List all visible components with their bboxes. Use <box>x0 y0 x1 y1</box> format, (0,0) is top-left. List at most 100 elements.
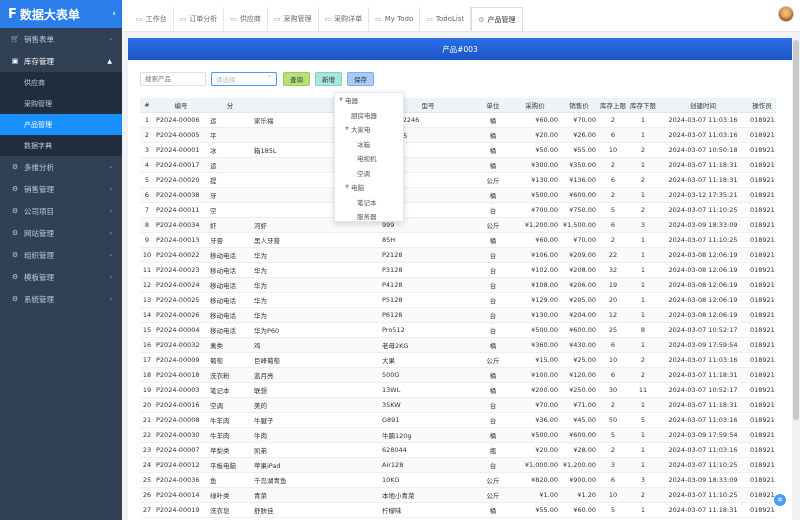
column-header[interactable]: 库存下限 <box>628 98 658 113</box>
table-row[interactable]: 8 P2024-00034 虾河虾 999 公斤 ¥1,200.00 ¥1,500.00 6 3… <box>140 217 776 233</box>
caret-down-icon[interactable]: ▼ <box>337 97 345 103</box>
tab-7[interactable]: ⚙ 产品管理 <box>471 7 523 31</box>
sidebar-item-2[interactable]: ⚙ 多维分析 › <box>0 156 122 178</box>
table-row[interactable]: 10 P2024-00022 移动电话 华为 P2128 台 ¥106.00 ¥209.00 2… <box>140 247 776 263</box>
tree-node[interactable]: 服务器 <box>335 209 403 221</box>
sidebar-item-7[interactable]: ⚙ 模板管理 › <box>0 266 122 288</box>
tab-page-icon: ▭ <box>324 15 332 23</box>
tree-node[interactable]: 笔记本 <box>335 195 403 210</box>
tab-1[interactable]: ▭ 订单分析 <box>174 7 225 31</box>
table-row[interactable]: 2P2024-00005平黑色175桶¥20.00¥26.00612024-03… <box>140 127 776 143</box>
table-cell: 桶 <box>476 187 510 203</box>
table-cell: 2024-03-08 12:06:19 <box>658 262 748 278</box>
table-row[interactable]: 14 P2024-00026 移动电话 华为 P6128 台 ¥130.00 ¥204.00 1… <box>140 307 776 323</box>
tab-4[interactable]: ▭ 采购详单 <box>319 7 370 31</box>
table-cell: 018921 <box>748 292 776 308</box>
table-cell: 苹果iPad <box>252 457 380 473</box>
table-cell: 26 <box>140 487 154 503</box>
tree-node[interactable]: 空调 <box>335 166 403 181</box>
column-header[interactable]: 库存上限 <box>598 98 628 113</box>
table-cell: 2024-03-07 11:03:16 <box>658 442 748 458</box>
column-header[interactable]: 操作员 <box>748 98 776 113</box>
category-tree-dropdown: ▼ 电器 厨房电器 ▼ 大家电 冰箱电视机空调 ▼ 电脑 笔记本 服务器 <box>334 92 404 222</box>
tab-5[interactable]: ▭ My Todo <box>369 7 421 31</box>
sidebar-item-label: 销售管理 <box>24 184 54 194</box>
app-logo[interactable]: F 数据大表单 ‹ <box>0 0 122 28</box>
sidebar-item-1[interactable]: ▣ 库存管理 ▲ <box>0 50 122 72</box>
table-row[interactable]: 22 P2024-00030 牛羊肉 牛肉 牛腩120g 桶 ¥500.00 ¥600.00 5… <box>140 427 776 443</box>
caret-down-icon[interactable]: ▼ <box>343 126 351 132</box>
table-row[interactable]: 27 P2024-00019 洗衣皂 舒肤佳 柠檬味桶 ¥55.00 ¥60.00 5 1 202… <box>140 502 776 518</box>
table-cell: P2024-00038 <box>154 187 208 203</box>
table-row[interactable]: 23 P2024-00007 苹梨类 凯弟 628044 瓶 ¥20.00 ¥28.00 2 1 2… <box>140 442 776 458</box>
sidebar-subitem[interactable]: 数据字典 <box>0 135 122 156</box>
table-row[interactable]: 13 P2024-00025 移动电话 华为 P5128 台 ¥129.00 ¥205.00 2… <box>140 292 776 308</box>
table-cell: 14 <box>140 307 154 323</box>
sidebar-item-0[interactable]: 🛒 销售表单 › <box>0 28 122 50</box>
table-row[interactable]: 25 P2024-00036 鱼千岛湖青鱼 10KG 公斤 ¥820.00 ¥900.00 6… <box>140 472 776 488</box>
table-row[interactable]: 6P2024-00038牙2222桶¥500.00¥600.00212024-0… <box>140 187 776 203</box>
table-row[interactable]: 24 P2024-00012 平板电脑 苹果iPad Air128 台 ¥1,000.00 ¥… <box>140 457 776 473</box>
logo-icon: F <box>8 6 17 22</box>
table-cell: 6 <box>598 472 628 488</box>
table-row[interactable]: 18 P2024-00018 洗衣粉 蓝月亮 500G 桶 ¥100.00 ¥120.00 6 2… <box>140 367 776 383</box>
tab-3[interactable]: ▭ 采购管理 <box>268 7 319 31</box>
caret-down-icon[interactable]: ▼ <box>343 184 351 190</box>
table-row[interactable]: 19 P2024-00003 笔记本 联想 13WL 桶 ¥200.00 ¥250.00 30 1… <box>140 382 776 398</box>
sidebar-subitem[interactable]: 供应商 <box>0 72 122 93</box>
table-cell: 6 <box>598 217 628 233</box>
chevron-left-icon[interactable]: ‹ <box>112 9 116 19</box>
column-header[interactable]: 编号 <box>154 98 208 113</box>
column-header[interactable]: 创建时间 <box>658 98 748 113</box>
sidebar-item-6[interactable]: ⚙ 组织管理 › <box>0 244 122 266</box>
table-row[interactable]: 16 P2024-00032 禽类鸡老母2KG 桶 ¥360.00 ¥430.00 6 1 20… <box>140 337 776 353</box>
gear-icon: ⚙ <box>11 273 19 281</box>
table-row[interactable]: 15 P2024-00004 移动电话 华为P60 Pro512 台 ¥500.00 ¥600… <box>140 322 776 338</box>
sidebar-subitem[interactable]: 产品管理 <box>0 114 122 135</box>
table-cell: 018921 <box>748 187 776 203</box>
table-row[interactable]: 26 P2024-00014 绿叶类 青菜 本地小青菜 公斤 ¥1.00 ¥1.20 10 2 20… <box>140 487 776 503</box>
sidebar-item-8[interactable]: ⚙ 系统管理 › <box>0 288 122 310</box>
table-row[interactable]: 5P2024-00020提澳洲产公斤¥130.00¥136.00622024-0… <box>140 172 776 188</box>
column-header[interactable]: 分 <box>208 98 252 113</box>
tree-node[interactable]: ▼ 大家电 <box>335 122 403 137</box>
sidebar-item-5[interactable]: ⚙ 网站管理 › <box>0 222 122 244</box>
tab-6[interactable]: ▭ TodoList <box>420 7 472 31</box>
table-cell: 牙膏 <box>208 232 252 248</box>
tree-node[interactable]: 冰箱 <box>335 137 403 152</box>
column-header[interactable]: 采购价 <box>510 98 560 113</box>
sidebar-subitem[interactable]: 采购管理 <box>0 93 122 114</box>
tab-0[interactable]: ▭ 工作台 <box>130 7 174 31</box>
settings-fab-icon[interactable]: ✲ <box>774 494 786 506</box>
tree-node[interactable]: ▼ 电脑 <box>335 180 403 195</box>
query-button[interactable]: 查询 <box>283 72 310 86</box>
table-row[interactable]: 9 P2024-00013 牙膏 黑人牙膏 85H 桶 ¥60.00 ¥70.00 2 1 2024… <box>140 232 776 248</box>
table-row[interactable]: 3P2024-00001冰箱185L185L桶¥50.00¥55.0010220… <box>140 142 776 158</box>
scrollbar-thumb[interactable] <box>793 40 799 420</box>
table-cell: 018921 <box>748 472 776 488</box>
table-row[interactable]: 12 P2024-00024 移动电话 华为 P4128 台 ¥108.00 ¥206.00 1… <box>140 277 776 293</box>
table-cell: P2024-00008 <box>154 412 208 428</box>
tree-node[interactable]: ▼ 电器 <box>335 93 403 108</box>
table-row[interactable]: 11 P2024-00023 移动电话 华为 P3128 台 ¥102.00 ¥208.00 3… <box>140 262 776 278</box>
table-row[interactable]: 17 P2024-00009 葡萄 巨峰葡萄 大果 公斤 ¥15.00 ¥25.00 10 2 20… <box>140 352 776 368</box>
tab-2[interactable]: ▭ 供应商 <box>224 7 268 31</box>
save-button[interactable]: 保存 <box>347 72 374 86</box>
column-header[interactable]: 销售价 <box>560 98 598 113</box>
sidebar-item-3[interactable]: ⚙ 销售管理 › <box>0 178 122 200</box>
category-select[interactable]: 请选择 ⌃ <box>211 72 277 86</box>
sidebar-item-4[interactable]: ⚙ 公司项目 › <box>0 200 122 222</box>
table-row[interactable]: 1P2024-00006运家乐福672112246桶¥60.00¥70.0021… <box>140 112 776 128</box>
tree-node-label: 电视机 <box>357 155 377 164</box>
add-button[interactable]: 新增 <box>315 72 342 86</box>
table-row[interactable]: 4P2024-00017运42黑色桶¥300.00¥350.00212024-0… <box>140 157 776 173</box>
avatar[interactable] <box>778 6 794 22</box>
tree-node[interactable]: 厨房电器 <box>335 108 403 123</box>
column-header[interactable]: 单位 <box>476 98 510 113</box>
table-row[interactable]: 7P2024-00011空15W台¥700.00¥750.00522024-03… <box>140 202 776 218</box>
table-row[interactable]: 21 P2024-00008 牛羊肉 牛腱子 G891 台 ¥36.00 ¥45.00 50 5 2… <box>140 412 776 428</box>
tree-node[interactable]: 电视机 <box>335 151 403 166</box>
search-input[interactable] <box>140 72 206 86</box>
column-header[interactable]: # <box>140 98 154 113</box>
table-row[interactable]: 20 P2024-00016 空调 美的 35KW 台 ¥70.00 ¥71.00 2 1 2024… <box>140 397 776 413</box>
